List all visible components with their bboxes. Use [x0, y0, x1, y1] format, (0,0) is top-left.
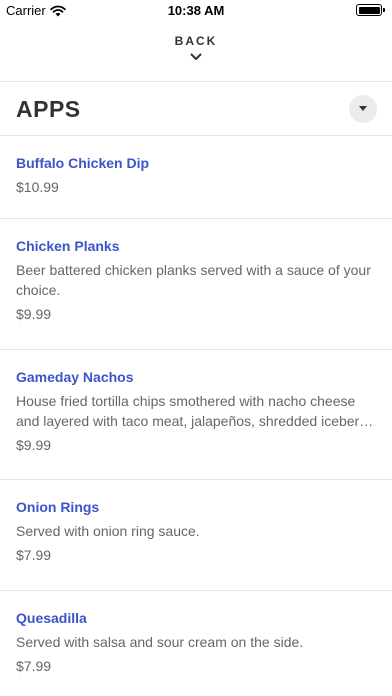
item-description: Served with salsa and sour cream on the …: [16, 634, 304, 650]
caret-down-icon: [359, 106, 367, 111]
item-name: Quesadilla: [16, 610, 87, 626]
battery-icon: [356, 4, 385, 16]
menu-list: Buffalo Chicken Dip $10.99 Chicken Plank…: [0, 136, 392, 696]
menu-item[interactable]: Chicken Planks Beer battered chicken pla…: [0, 219, 392, 350]
item-description: Served with onion ring sauce.: [16, 523, 200, 539]
item-name: Chicken Planks: [16, 238, 120, 254]
status-bar: Carrier 10:38 AM: [0, 0, 392, 22]
category-title: APPS: [16, 96, 81, 122]
item-name: Buffalo Chicken Dip: [16, 155, 150, 171]
back-button[interactable]: BACK: [0, 34, 392, 74]
item-description: Beer battered chicken planks served with…: [16, 262, 371, 298]
status-right: [356, 4, 385, 16]
back-label: BACK: [174, 34, 218, 48]
menu-item[interactable]: Quesadilla Served with salsa and sour cr…: [0, 591, 392, 696]
status-time: 10:38 AM: [167, 3, 225, 18]
item-price: $7.99: [16, 658, 52, 674]
menu-item[interactable]: Onion Rings Served with onion ring sauce…: [0, 480, 392, 591]
chevron-down-icon: [190, 53, 202, 60]
item-price: $10.99: [16, 179, 59, 195]
item-name: Onion Rings: [16, 499, 100, 515]
item-name: Gameday Nachos: [16, 369, 134, 385]
menu-item[interactable]: Gameday Nachos House fried tortilla chip…: [0, 350, 392, 480]
item-description: House fried tortilla chips smothered wit…: [16, 393, 371, 429]
category-header: APPS: [0, 82, 392, 136]
category-dropdown-button[interactable]: [349, 95, 377, 123]
item-price: $9.99: [16, 306, 52, 322]
item-price: $9.99: [16, 437, 52, 453]
menu-item[interactable]: Buffalo Chicken Dip $10.99: [0, 136, 392, 219]
item-price: $7.99: [16, 547, 52, 563]
